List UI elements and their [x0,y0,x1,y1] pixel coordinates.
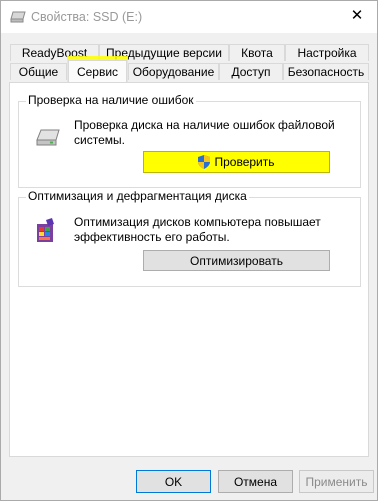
optimize-description-line1: Оптимизация дисков компьютера повышает [74,215,321,229]
close-icon: ✕ [350,7,364,24]
apply-button[interactable]: Применить [299,470,374,493]
ok-button-label: OK [164,474,183,489]
tab-label: Сервис [76,64,119,79]
optimize-group: Оптимизация и дефрагментация диска Оптим… [18,189,361,287]
tab-panel-tools: Проверка на наличие ошибок Проверка диск… [9,82,369,457]
tab-label: Безопасность [287,65,365,79]
tab-row-bottom: Общие Сервис Оборудование Доступ Безопас… [8,60,370,82]
defrag-icon [34,218,58,247]
cancel-button-label: Отмена [233,474,278,489]
tab-label: Настройка [297,46,357,60]
check-button-label: Проверить [214,155,275,169]
tab-customize[interactable]: Настройка [285,44,369,61]
tab-tools[interactable]: Сервис [68,60,127,82]
optimize-button[interactable]: Оптимизировать [143,250,330,271]
error-check-description-line2: системы. [74,133,125,147]
close-button[interactable]: ✕ [337,1,377,29]
tab-label: Квота [241,46,273,60]
error-check-description-line1: Проверка диска на наличие ошибок файлово… [74,118,335,132]
tab-quota[interactable]: Квота [229,44,285,61]
drive-icon [10,11,26,23]
tab-row-top: ReadyBoost Предыдущие версии Квота Настр… [8,44,370,62]
tab-general[interactable]: Общие [10,63,67,80]
cancel-button[interactable]: Отмена [218,470,293,493]
tab-label: Общие [18,65,59,79]
check-button[interactable]: Проверить [143,151,330,173]
tab-label: Оборудование [132,65,215,79]
title-bar: Свойства: SSD (E:) ✕ [1,1,377,33]
ok-button[interactable]: OK [136,470,211,493]
shield-icon [198,155,211,169]
tab-label: Доступ [231,65,271,79]
properties-window: Свойства: SSD (E:) ✕ ReadyBoost Предыдущ… [0,0,378,501]
error-check-title: Проверка на наличие ошибок [26,93,196,107]
window-title: Свойства: SSD (E:) [31,10,143,24]
optimize-button-label: Оптимизировать [190,253,283,268]
drive-check-icon [35,128,61,151]
tab-security[interactable]: Безопасность [283,63,369,80]
optimize-description-line2: эффективность его работы. [74,230,230,244]
tab-hardware[interactable]: Оборудование [128,63,219,80]
tab-sharing[interactable]: Доступ [219,63,283,80]
error-check-group: Проверка на наличие ошибок Проверка диск… [18,93,361,188]
optimize-title: Оптимизация и дефрагментация диска [26,189,249,203]
apply-button-label: Применить [305,474,368,489]
